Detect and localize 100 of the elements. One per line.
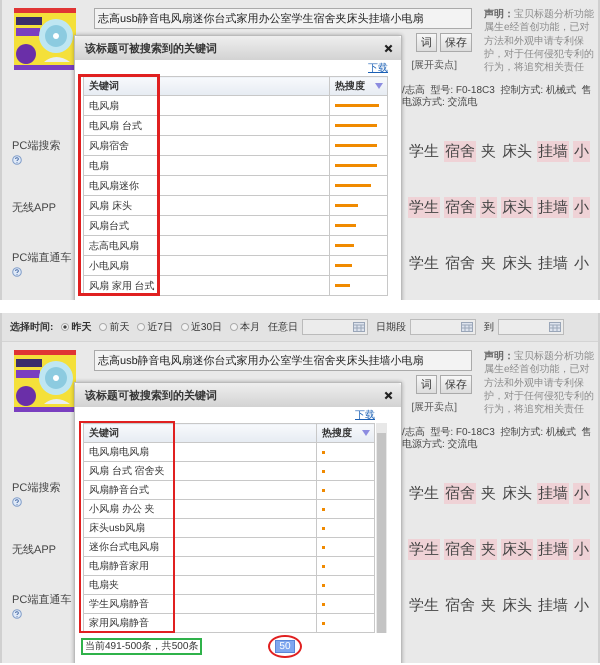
title-token: 小 (573, 140, 590, 162)
radio-label: 前天 (109, 321, 130, 334)
keyword-cell: 电风扇 (84, 96, 330, 116)
to-label: 到 (484, 321, 494, 334)
date-label: 任意日 (268, 320, 298, 334)
title-token: 挂墙 (537, 538, 569, 560)
title-token: 学生 (408, 484, 440, 504)
attribute-text: 电源方式: 交流电 (402, 439, 479, 451)
title-token: 夹 (480, 254, 497, 274)
title-token: 学生 (408, 142, 440, 162)
title-field[interactable]: 志高usb静音电风扇迷你台式家用办公室学生宿舍夹床头挂墙小电扇 (94, 350, 472, 371)
title-token: 宿舍 (444, 596, 476, 616)
row-label: 无线APP (12, 200, 56, 214)
action-button[interactable]: 词 (416, 375, 437, 394)
title-token: 挂墙 (537, 482, 569, 504)
keyword-cell: 电风扇迷你 (84, 176, 330, 196)
column-header: 关键词 (84, 76, 330, 96)
radio-label: 本月 (240, 320, 260, 334)
keyword-cell: 迷你台式电风扇 (84, 538, 316, 556)
date-field[interactable] (498, 319, 564, 335)
keyword-cell: 风扇静音台式 (84, 480, 316, 500)
calendar-icon[interactable] (549, 322, 562, 332)
close-icon[interactable] (384, 44, 393, 52)
title-token: 夹 (480, 142, 497, 162)
expand-link[interactable]: [展开卖点] (411, 400, 457, 414)
keyword-cell: 家用风扇静音 (84, 614, 316, 632)
disclaimer-text: 声明：宝贝标题分析功能属生e经首创功能，已对方法和外观申请专利保护，对于任何侵犯专利的行为，将追究相关责任 (484, 350, 595, 418)
title-token: 宿舍 (444, 196, 476, 218)
close-icon[interactable] (384, 390, 393, 400)
title-token: 挂墙 (537, 596, 569, 616)
radio-button[interactable] (180, 323, 189, 331)
title-token: 床头 (501, 254, 533, 274)
title-token: 小 (573, 196, 590, 218)
download-link[interactable]: 下载 (83, 62, 388, 76)
help-icon[interactable] (12, 608, 22, 618)
help-icon[interactable] (12, 496, 22, 506)
title-token: 床头 (501, 142, 533, 162)
column-header[interactable]: 热搜度 (316, 424, 374, 442)
radio-label: 近30日 (190, 320, 222, 334)
attribute-text: /志高 型号: F0-18C3 控制方式: 机械式 售 (402, 427, 592, 438)
title-token: 夹 (480, 538, 497, 560)
scrollbar[interactable] (376, 423, 387, 633)
help-icon[interactable] (12, 266, 22, 276)
help-icon[interactable] (12, 154, 22, 164)
title-token: 床头 (501, 538, 533, 560)
calendar-icon[interactable] (353, 322, 366, 332)
radio-label: 昨天 (71, 320, 92, 334)
row-label: PC端搜索 (12, 480, 60, 494)
sort-icon[interactable] (362, 430, 370, 436)
title-token: 挂墙 (537, 196, 569, 218)
row-label: 无线APP (12, 542, 56, 556)
title-token: 学生 (408, 538, 440, 560)
page-count: 当前491-500条，共500条 (81, 638, 202, 654)
title-token: 夹 (480, 484, 497, 504)
title-token: 床头 (501, 484, 533, 504)
title-token: 夹 (480, 196, 497, 218)
title-token: 学生 (408, 254, 440, 274)
calendar-icon[interactable] (461, 322, 474, 332)
title-token: 小 (573, 254, 590, 274)
radio-button[interactable] (99, 323, 108, 331)
action-button[interactable]: 保存 (440, 33, 472, 52)
keyword-cell: 风扇 台式 宿舍夹 (84, 462, 316, 480)
title-token: 宿舍 (444, 482, 476, 504)
action-button[interactable]: 词 (416, 33, 437, 52)
dialog-title: 该标题可被搜索到的关键词 (85, 388, 217, 402)
title-token: 宿舍 (444, 140, 476, 162)
date-field[interactable] (302, 319, 368, 335)
title-token: 学生 (408, 196, 440, 218)
radio-button[interactable] (137, 323, 146, 331)
keyword-cell: 风扇宿舍 (84, 136, 330, 156)
title-token: 小 (573, 482, 590, 504)
radio-label: 近7日 (147, 320, 173, 334)
keyword-cell: 志高电风扇 (84, 236, 330, 256)
column-header[interactable]: 热搜度 (330, 76, 388, 96)
title-token: 床头 (501, 196, 533, 218)
dialog-title: 该标题可被搜索到的关键词 (85, 42, 217, 56)
title-token: 宿舍 (444, 538, 476, 560)
action-button[interactable]: 保存 (440, 375, 472, 394)
title-field[interactable]: 志高usb静音电风扇迷你台式家用办公室学生宿舍夹床头挂墙小电扇 (94, 8, 472, 29)
keyword-cell: 小电风扇 (84, 256, 330, 276)
keyword-cell: 床头usb风扇 (84, 518, 316, 538)
keyword-cell: 风扇台式 (84, 216, 330, 236)
keyword-cell: 学生风扇静音 (84, 594, 316, 614)
date-field[interactable] (410, 319, 476, 335)
sort-icon[interactable] (375, 83, 383, 89)
attribute-text: /志高 型号: F0-18C3 控制方式: 机械式 售 (402, 85, 592, 96)
filter-label: 选择时间: (10, 320, 54, 334)
keyword-cell: 电风扇 台式 (84, 116, 330, 136)
attribute-text: 电源方式: 交流电 (402, 97, 479, 109)
radio-button[interactable] (61, 323, 70, 331)
download-link[interactable]: 下载 (83, 409, 375, 423)
keyword-cell: 风扇 家用 台式 (84, 276, 330, 296)
expand-link[interactable]: [展开卖点] (411, 58, 457, 72)
keyword-cell: 电扇静音家用 (84, 556, 316, 576)
disclaimer-text: 声明：宝贝标题分析功能属生e经首创功能，已对方法和外观申请专利保护，对于任何侵犯专利的行为，将追究相关责任 (484, 8, 595, 76)
title-token: 挂墙 (537, 140, 569, 162)
range-label: 日期段 (376, 320, 406, 334)
title-token: 小 (573, 596, 590, 616)
radio-button[interactable] (230, 323, 238, 331)
title-token: 夹 (480, 596, 497, 616)
